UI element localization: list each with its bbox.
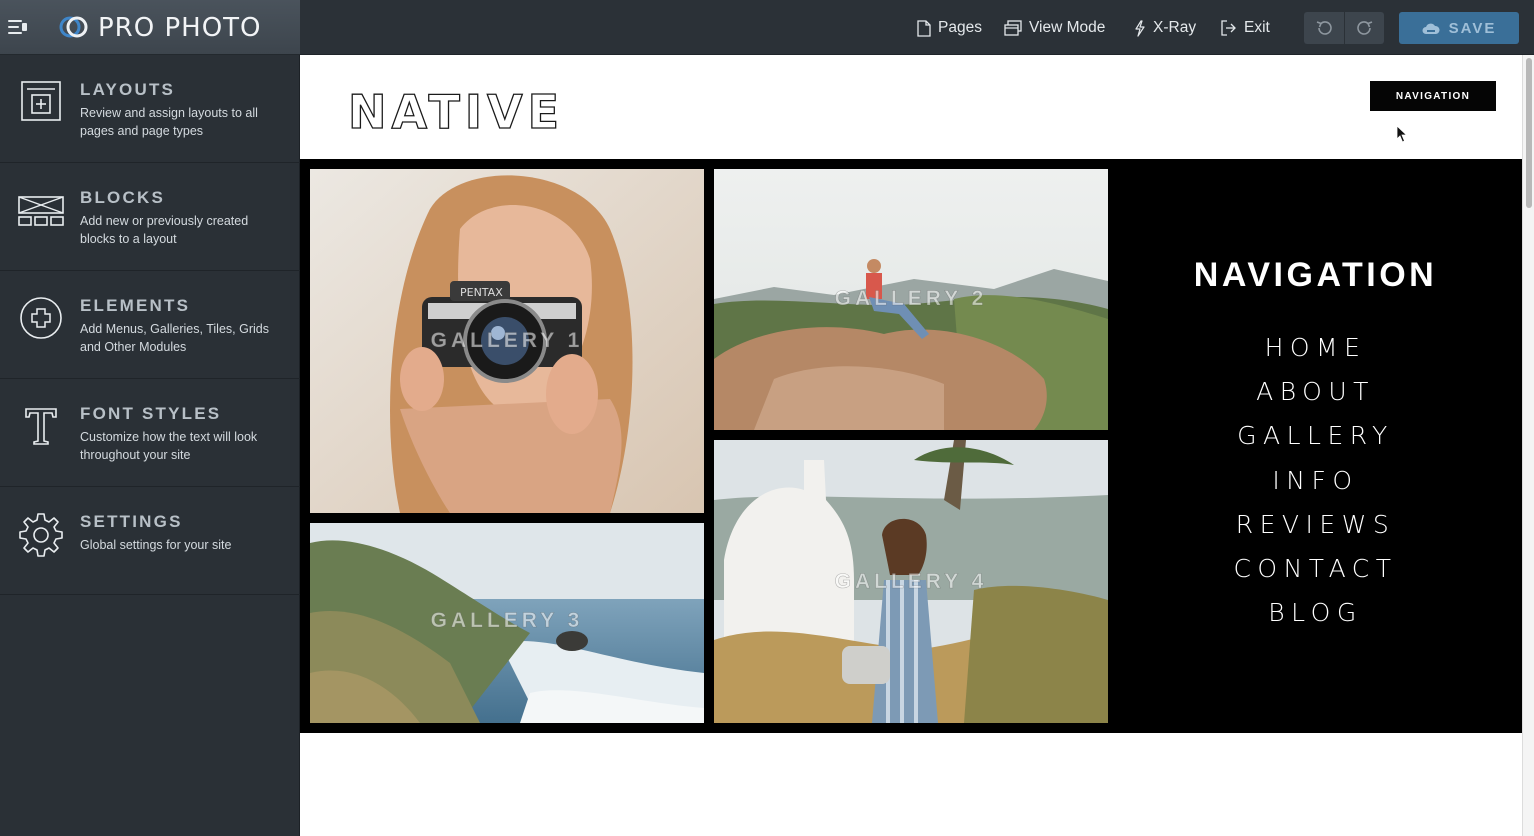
view-mode-button[interactable]: View Mode: [1004, 17, 1105, 39]
elements-plus-icon: [20, 297, 62, 339]
sidebar-item-title: FONT STYLES: [80, 404, 222, 423]
undo-button[interactable]: [1304, 12, 1344, 44]
sidebar-item-description: Global settings for your site: [80, 538, 232, 552]
sidebar-item-elements[interactable]: ELEMENTS Add Menus, Galleries, Tiles, Gr…: [0, 271, 300, 379]
sidebar-item-layouts[interactable]: LAYOUTS Review and assign layouts to all…: [0, 55, 300, 163]
site-preview: NATIVE NAVIGATION PENTAX GALLERY 1 GALLE…: [300, 55, 1522, 836]
brand-name: PRO PHOTO: [98, 13, 262, 43]
nav-item-info[interactable]: INFO: [1109, 466, 1522, 510]
navigation-menu: HOME ABOUT GALLERY INFO REVIEWS CONTACT …: [1109, 333, 1522, 642]
gallery-label: GALLERY 1: [430, 329, 584, 353]
svg-text:PENTAX: PENTAX: [460, 286, 503, 299]
sidebar: PRO PHOTO LAYOUTS Review and assign layo…: [0, 0, 300, 836]
layouts-icon: [21, 81, 61, 121]
nav-item-blog[interactable]: BLOG: [1109, 598, 1522, 642]
gallery-label: GALLERY 2: [834, 287, 988, 311]
sidebar-item-description: Add Menus, Galleries, Tiles, Grids and O…: [80, 322, 269, 354]
collapse-menu-icon[interactable]: [8, 18, 28, 36]
pages-label: Pages: [938, 19, 982, 36]
font-t-icon: [25, 408, 57, 445]
xray-button[interactable]: X-Ray: [1134, 17, 1196, 39]
mouse-cursor-icon: [1396, 125, 1408, 143]
navigation-panel: NAVIGATION HOME ABOUT GALLERY INFO REVIE…: [1109, 159, 1522, 733]
lightning-icon: [1135, 19, 1145, 37]
blocks-icon: [18, 196, 64, 226]
preview-scrollbar[interactable]: [1522, 55, 1534, 836]
nav-item-contact[interactable]: CONTACT: [1109, 554, 1522, 598]
sidebar-item-font-styles[interactable]: FONT STYLES Customize how the text will …: [0, 379, 300, 487]
view-mode-label: View Mode: [1029, 19, 1106, 36]
brand-header: PRO PHOTO: [0, 0, 300, 55]
exit-icon: [1221, 20, 1236, 36]
nav-item-home[interactable]: HOME: [1109, 333, 1522, 377]
sidebar-item-description: Customize how the text will look through…: [80, 430, 258, 462]
nav-item-gallery[interactable]: GALLERY: [1109, 421, 1522, 465]
redo-button[interactable]: [1344, 12, 1384, 44]
nav-item-about[interactable]: ABOUT: [1109, 377, 1522, 421]
gallery-tile-2[interactable]: GALLERY 2: [714, 169, 1108, 430]
gallery-tile-4[interactable]: GALLERY 4: [714, 440, 1108, 723]
pages-button[interactable]: Pages: [917, 17, 982, 39]
page-icon: [917, 19, 931, 37]
sidebar-item-title: SETTINGS: [80, 512, 183, 531]
scrollbar-thumb[interactable]: [1526, 58, 1532, 208]
save-label: SAVE: [1448, 19, 1497, 37]
sidebar-item-settings[interactable]: SETTINGS Global settings for your site: [0, 487, 300, 595]
exit-button[interactable]: Exit: [1220, 17, 1270, 39]
sidebar-item-title: BLOCKS: [80, 188, 165, 207]
undo-icon: [1316, 21, 1332, 35]
sidebar-item-description: Review and assign layouts to all pages a…: [80, 106, 258, 138]
nav-item-reviews[interactable]: REVIEWS: [1109, 510, 1522, 554]
redo-icon: [1356, 21, 1372, 35]
gear-icon: [19, 513, 63, 557]
gallery-band: PENTAX GALLERY 1 GALLERY 2 GALLERY 3 GAL…: [300, 159, 1522, 733]
sidebar-item-title: ELEMENTS: [80, 296, 191, 315]
sidebar-item-title: LAYOUTS: [80, 80, 176, 99]
xray-label: X-Ray: [1153, 19, 1197, 36]
gallery-label: GALLERY 3: [430, 609, 584, 633]
sidebar-item-blocks[interactable]: BLOCKS Add new or previously created blo…: [0, 163, 300, 271]
save-button[interactable]: SAVE: [1399, 12, 1519, 44]
site-logo[interactable]: NATIVE: [347, 84, 564, 139]
sidebar-item-description: Add new or previously created blocks to …: [80, 214, 249, 246]
prophoto-logo-icon: [59, 16, 88, 38]
cloud-save-icon: [1422, 23, 1440, 34]
navigation-heading: NAVIGATION: [1193, 256, 1438, 294]
exit-label: Exit: [1244, 19, 1270, 36]
history-controls: [1304, 12, 1384, 44]
gallery-tile-1[interactable]: PENTAX GALLERY 1: [310, 169, 704, 513]
gallery-tile-3[interactable]: GALLERY 3: [310, 523, 704, 723]
windows-icon: [1004, 20, 1022, 36]
top-toolbar: Pages View Mode X-Ray Exit SAVE: [300, 0, 1534, 55]
navigation-toggle-button[interactable]: NAVIGATION: [1370, 81, 1496, 111]
gallery-label: GALLERY 4: [834, 570, 988, 594]
